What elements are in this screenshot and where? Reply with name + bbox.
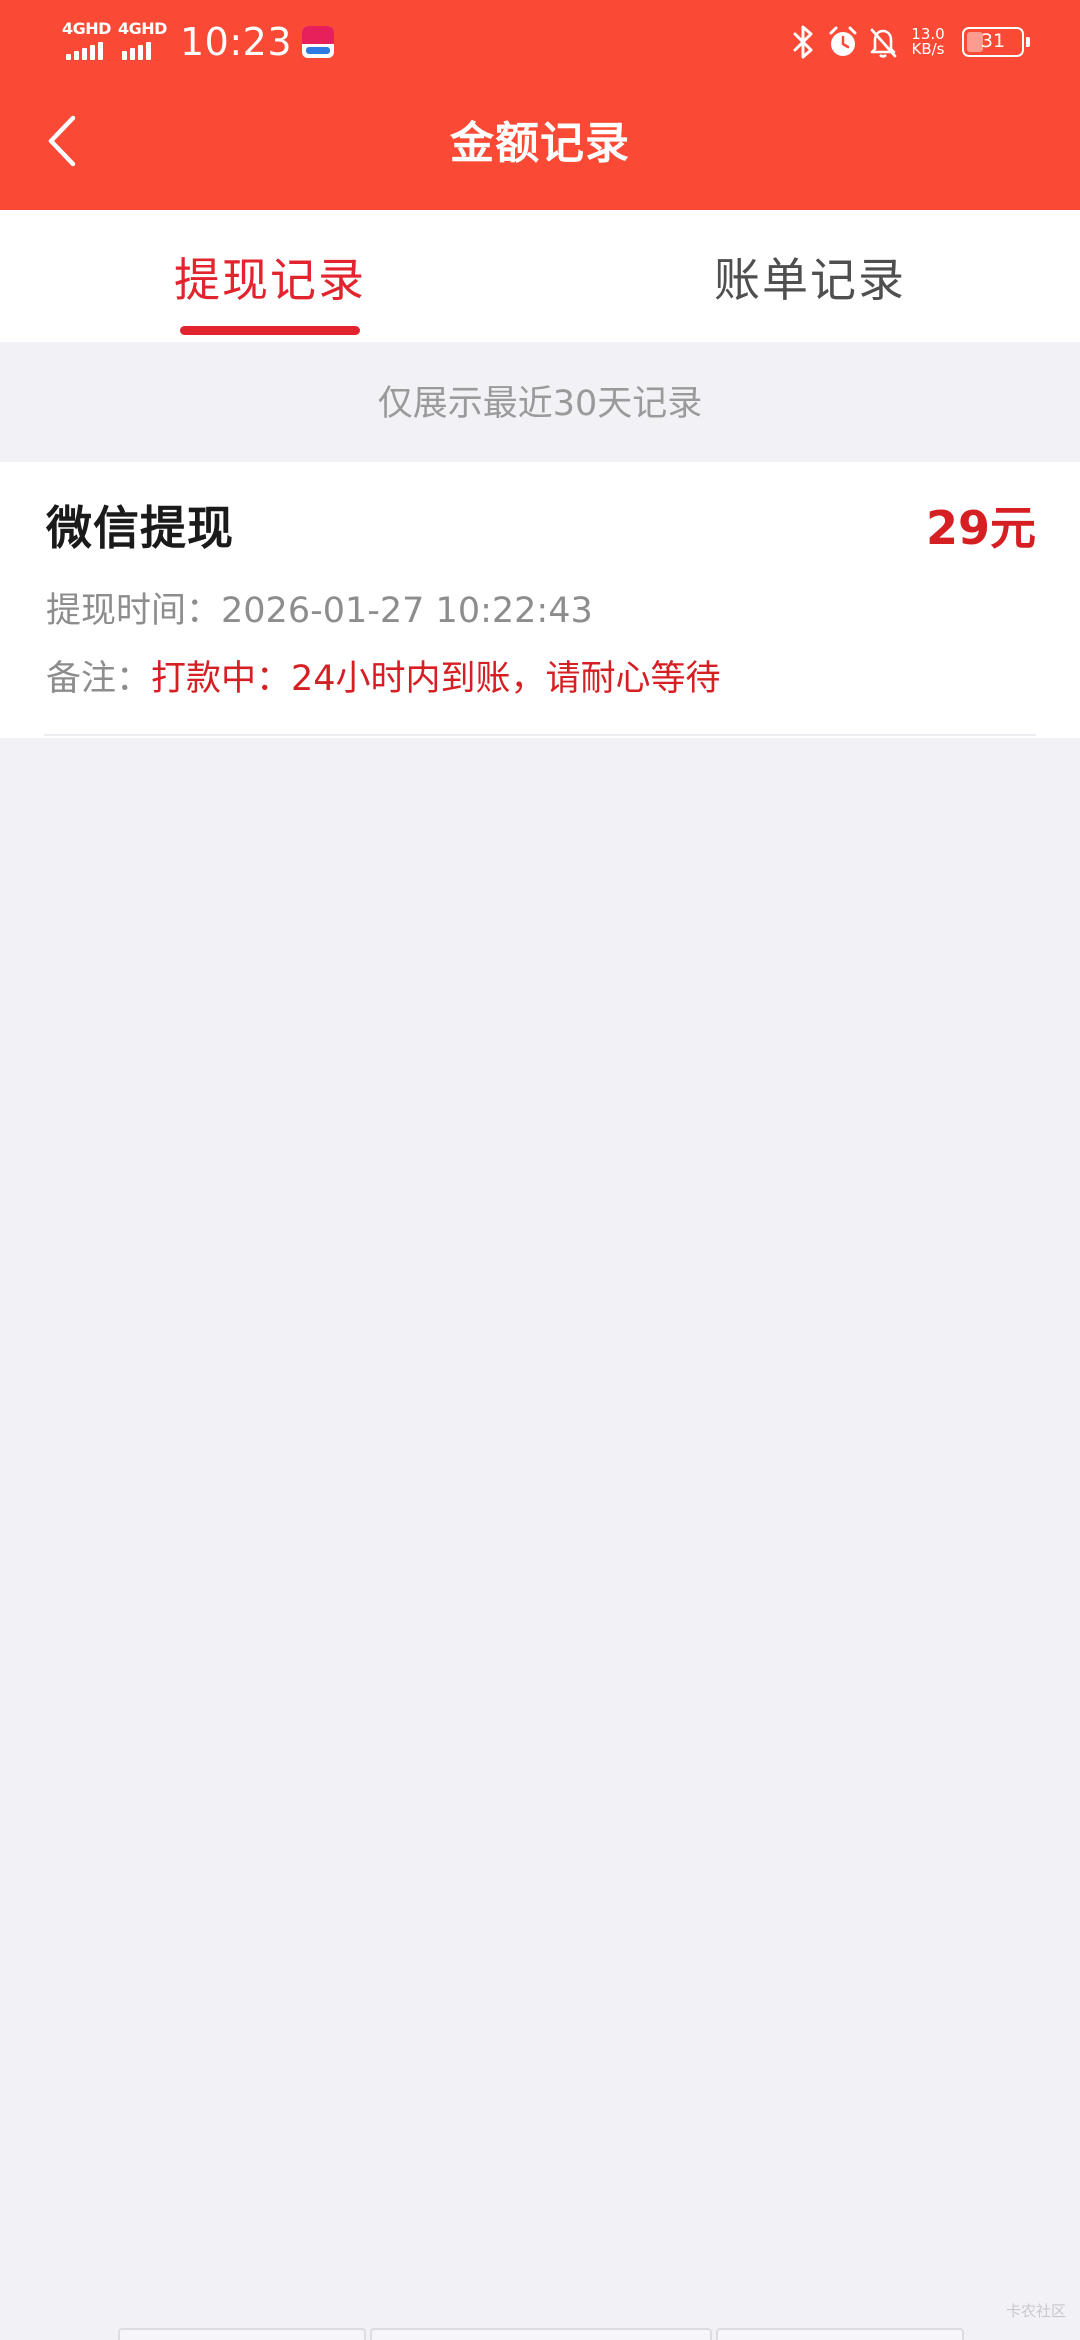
active-tab-indicator [180,326,360,335]
divider [44,734,1036,736]
record-time: 提现时间：2026-01-27 10:22:43 [46,586,593,636]
status-bar-left: 4GHD 4GHD 10:23 [62,18,335,66]
record-amount: 29元 [925,501,1036,555]
app-notification-icon [302,26,335,58]
watermark: 卡农社区 [1005,2302,1066,2320]
page-title: 金额记录 [450,118,630,169]
battery-level-text: 31 [980,30,1006,52]
list-item[interactable]: 微信提现 29元 提现时间：2026-01-27 10:22:43 备注：打款中… [0,462,1080,738]
status-bar-right: 13.0 KB/s 31 [786,18,1030,66]
record-title: 微信提现 [46,501,234,555]
record-note: 备注：打款中：24小时内到账，请耐心等待 [46,654,721,704]
tab-label: 账单记录 [714,253,906,307]
bluetooth-icon [793,25,813,59]
record-time-value: 2026-01-27 10:22:43 [221,591,593,631]
records-notice: 仅展示最近30天记录 [377,384,703,424]
app-header: 4GHD 4GHD 10:23 13.0 KB/s 31 金额记录 [0,0,1080,210]
network-speed: 13.0 KB/s [906,27,950,57]
status-time: 10:23 [180,20,293,64]
alarm-icon [829,26,857,56]
signal-bars-icon [122,42,154,60]
network-speed-unit: KB/s [911,40,945,58]
network-type-1: 4GHD [62,19,111,38]
signal-indicator-2: 4GHD [118,18,172,66]
network-type-2: 4GHD [118,19,167,38]
tab-label: 提现记录 [174,253,366,307]
signal-indicator-1: 4GHD [62,18,116,66]
tab-bar: 提现记录 账单记录 [0,210,1080,342]
status-bar: 4GHD 4GHD 10:23 13.0 KB/s 31 [0,0,1080,84]
record-note-value: 打款中：24小时内到账，请耐心等待 [151,659,721,699]
notifications-muted-icon [870,28,897,58]
tab-withdraw-records[interactable]: 提现记录 [0,210,540,342]
record-time-label: 提现时间： [46,591,222,631]
bottom-navigation-edge [118,2328,964,2340]
signal-bars-icon [66,42,106,60]
battery-icon: 31 [962,27,1030,57]
tab-bill-records[interactable]: 账单记录 [540,210,1080,342]
record-note-label: 备注： [46,659,152,699]
